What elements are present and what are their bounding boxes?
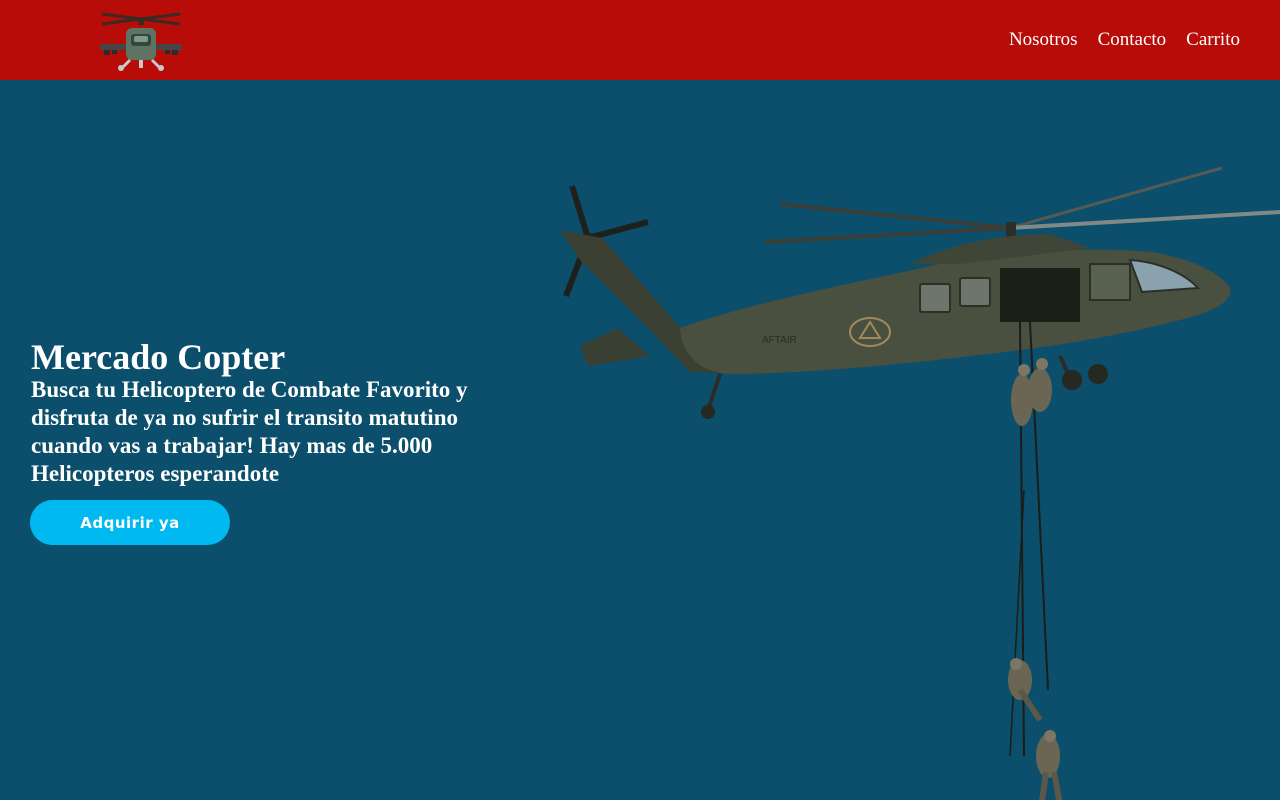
hero-text-block: Mercado Copter Busca tu Helicoptero de C… bbox=[31, 336, 521, 488]
acquire-now-button[interactable]: Adquirir ya bbox=[30, 500, 230, 545]
nav-link-contacto[interactable]: Contacto bbox=[1098, 28, 1167, 52]
helicopter-logo-icon[interactable] bbox=[98, 8, 184, 72]
nav-link-carrito[interactable]: Carrito bbox=[1186, 28, 1240, 52]
hero-subtitle: Busca tu Helicoptero de Combate Favorito… bbox=[31, 377, 468, 486]
helicopter-marking-text: AFTAIR bbox=[762, 335, 797, 346]
hero-section: Mercado Copter Busca tu Helicoptero de C… bbox=[0, 80, 1280, 800]
top-navbar: Nosotros Contacto Carrito bbox=[0, 0, 1280, 80]
main-navigation: Nosotros Contacto Carrito bbox=[1009, 28, 1240, 52]
helicopter-image: AFTAIR bbox=[530, 160, 1280, 800]
hero-title: Mercado Copter bbox=[31, 337, 286, 377]
nav-link-nosotros[interactable]: Nosotros bbox=[1009, 28, 1078, 52]
